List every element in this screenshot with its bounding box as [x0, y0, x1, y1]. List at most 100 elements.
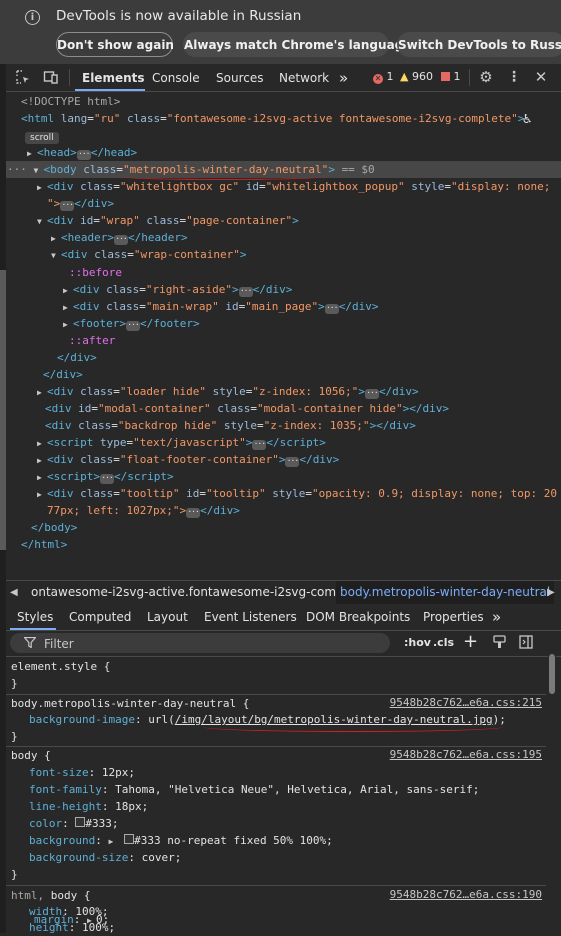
rule3-selector[interactable]: html, body {	[11, 887, 91, 904]
dont-show-again-button[interactable]: Don't show again	[56, 32, 174, 57]
expand-triangle-icon[interactable]: ▶	[63, 282, 73, 299]
tab-sources[interactable]: Sources	[216, 64, 263, 91]
head-node[interactable]: ▶ <head>···</head>	[27, 144, 137, 161]
after-pseudo[interactable]: ::after	[69, 332, 115, 349]
collapse-triangle-icon[interactable]: ▼	[37, 213, 47, 230]
tooltip-node[interactable]: ▶ <div class="tooltip" id="tooltip" style…	[37, 485, 557, 502]
filter-input[interactable]: Filter	[10, 633, 390, 653]
collapsed-ellipsis-icon[interactable]: ···	[324, 304, 339, 314]
backdrop-node[interactable]: <div class="backdrop hide" style="z-inde…	[45, 417, 416, 434]
color-swatch-icon[interactable]	[124, 834, 135, 844]
scroll-badge[interactable]: scroll	[25, 132, 59, 144]
modal-container-node[interactable]: <div id="modal-container" class="modal-c…	[45, 400, 449, 417]
tooltip-node-cont[interactable]: 77px; left: 1027px;">···</div>	[47, 502, 240, 519]
inspect-element-icon[interactable]	[15, 69, 31, 85]
element-style-rule[interactable]: element.style {	[11, 658, 110, 675]
main-wrap-node[interactable]: ▶ <div class="main-wrap" id="main_page">·…	[63, 298, 378, 315]
rule2-selector[interactable]: body {	[11, 747, 51, 764]
tab-properties[interactable]: Properties	[423, 604, 484, 630]
more-tabs-button[interactable]: »	[339, 64, 348, 91]
hover-state-toggle[interactable]: :hov	[404, 636, 431, 649]
script-node[interactable]: ▶ <script>···</script>	[37, 468, 174, 485]
collapsed-ellipsis-icon[interactable]: ···	[238, 287, 253, 297]
toggle-sidebar-icon[interactable]	[519, 635, 533, 652]
tab-layout[interactable]: Layout	[147, 604, 188, 630]
float-footer-node[interactable]: ▶ <div class="float-footer-container">···…	[37, 451, 339, 468]
body-close[interactable]: </body>	[31, 519, 77, 536]
before-pseudo[interactable]: ::before	[69, 264, 122, 281]
issues-count[interactable]: 1	[441, 70, 461, 83]
whitelightbox-node[interactable]: ▶ <div class="whitelightbox gc" id="white…	[37, 178, 550, 195]
device-toolbar-icon[interactable]	[43, 69, 59, 85]
collapsed-ellipsis-icon[interactable]: ···	[126, 321, 140, 331]
collapsed-ellipsis-icon[interactable]: ···	[76, 150, 91, 160]
wrap-container-close[interactable]: </div>	[57, 349, 97, 366]
tab-dom-breakpoints[interactable]: DOM Breakpoints	[306, 604, 410, 630]
wrap-container-node[interactable]: ▼ <div class="wrap-container">	[51, 246, 246, 263]
tab-event-listeners[interactable]: Event Listeners	[204, 604, 297, 630]
accessibility-icon[interactable]: ♿	[523, 111, 531, 127]
new-style-rule-button[interactable]: +	[463, 631, 478, 652]
rule2-declaration[interactable]: background-size: cover;	[29, 849, 181, 866]
switch-devtools-language-button[interactable]: Switch DevTools to Russian	[397, 32, 561, 57]
right-aside-node[interactable]: ▶ <div class="right-aside">···</div>	[63, 281, 292, 298]
tab-console[interactable]: Console	[152, 64, 200, 91]
wrap-close[interactable]: </div>	[43, 366, 83, 383]
collapsed-ellipsis-icon[interactable]: ···	[114, 235, 128, 245]
rule2-declaration[interactable]: font-size: 12px;	[29, 764, 135, 781]
tab-computed[interactable]: Computed	[69, 604, 131, 630]
collapsed-ellipsis-icon[interactable]: ···	[252, 440, 267, 450]
styles-scrollbar-thumb[interactable]	[549, 654, 555, 694]
collapsed-ellipsis-icon[interactable]: ···	[285, 457, 300, 467]
warning-count[interactable]: ▲ 960	[400, 70, 433, 83]
html-node[interactable]: <html lang="ru" class="fontawesome-i2svg…	[21, 110, 524, 127]
script-js-node[interactable]: ▶ <script type="text/javascript">···</scr…	[37, 434, 326, 451]
rule2-declaration[interactable]: line-height: 18px;	[29, 798, 148, 815]
always-match-language-button[interactable]: Always match Chrome's language	[183, 32, 411, 57]
breadcrumb-item-html[interactable]: ontawesome-i2svg-active.fontawesome-i2sv…	[31, 581, 367, 604]
loader-node[interactable]: ▶ <div class="loader hide" style="z-index…	[37, 383, 419, 400]
tab-styles[interactable]: Styles	[17, 604, 53, 630]
rule2-source-link[interactable]: 9548b28c762…e6a.css:195	[390, 748, 542, 761]
expand-triangle-icon[interactable]: ▶	[63, 316, 73, 333]
footer-node[interactable]: ▶ <footer>···</footer>	[63, 315, 200, 332]
expand-shorthand-icon[interactable]: ▶	[87, 912, 96, 929]
expand-triangle-icon[interactable]: ▶	[63, 299, 73, 316]
rule3-declaration[interactable]: margin: ▶ 0;	[34, 911, 109, 928]
settings-gear-icon[interactable]: ⚙	[478, 69, 494, 85]
node-actions-icon[interactable]: ···	[7, 163, 27, 176]
rule2-declaration[interactable]: background: ▶ #333 no-repeat fixed 50% 1…	[29, 832, 333, 849]
expand-triangle-icon[interactable]: ▶	[37, 486, 47, 503]
collapse-triangle-icon[interactable]: ▼	[51, 247, 61, 264]
color-swatch-icon[interactable]	[75, 817, 86, 827]
rule1-selector[interactable]: body.metropolis-winter-day-neutral {	[11, 695, 249, 712]
collapse-triangle-icon[interactable]: ▼	[34, 162, 44, 179]
rule1-source-link[interactable]: 9548b28c762…e6a.css:215	[390, 696, 542, 709]
close-devtools-icon[interactable]: ✕	[533, 69, 549, 85]
error-count[interactable]: ✕ 1	[373, 70, 394, 84]
expand-triangle-icon[interactable]: ▶	[37, 384, 47, 401]
rule2-declaration[interactable]: color: #333;	[29, 815, 119, 832]
expand-triangle-icon[interactable]: ▶	[27, 145, 37, 162]
breadcrumb-item-body[interactable]: body.metropolis-winter-day-neutral	[336, 581, 555, 604]
collapsed-ellipsis-icon[interactable]: ···	[364, 389, 379, 399]
color-format-icon[interactable]	[493, 635, 506, 652]
expand-triangle-icon[interactable]: ▶	[51, 230, 61, 247]
header-node[interactable]: ▶ <header>···</header>	[51, 229, 188, 246]
collapsed-ellipsis-icon[interactable]: ···	[60, 201, 75, 211]
wrap-node[interactable]: ▼ <div id="wrap" class="page-container">	[37, 212, 299, 229]
class-toggle[interactable]: .cls	[433, 636, 454, 649]
breadcrumb-scroll-right-icon[interactable]: ▶	[547, 581, 555, 604]
expand-triangle-icon[interactable]: ▶	[37, 452, 47, 469]
expand-triangle-icon[interactable]: ▶	[37, 435, 47, 452]
breadcrumb-scroll-left-icon[interactable]: ◀	[10, 581, 18, 604]
expand-triangle-icon[interactable]: ▶	[37, 469, 47, 486]
rule3-source-link[interactable]: 9548b28c762…e6a.css:190	[390, 888, 542, 901]
whitelightbox-node-cont[interactable]: ">···</div>	[47, 195, 114, 212]
collapsed-ellipsis-icon[interactable]: ···	[99, 474, 114, 484]
tab-elements[interactable]: Elements	[82, 64, 145, 91]
collapsed-ellipsis-icon[interactable]: ···	[186, 508, 201, 518]
doctype-node[interactable]: <!DOCTYPE html>	[21, 93, 120, 110]
more-options-kebab-icon[interactable]: ⋮	[506, 69, 522, 85]
more-subtabs-button[interactable]: »	[492, 604, 501, 630]
